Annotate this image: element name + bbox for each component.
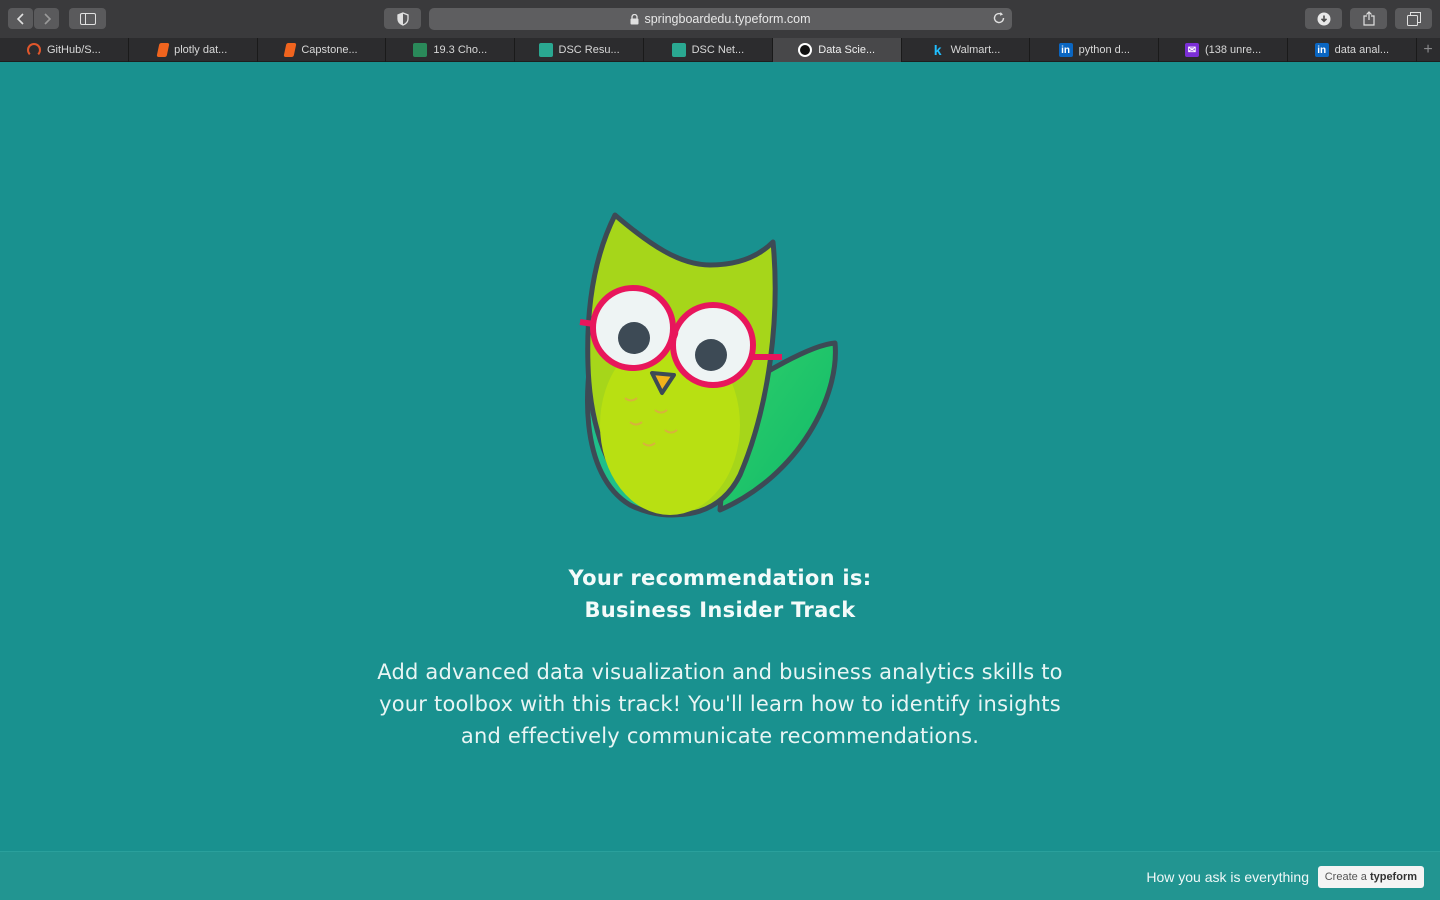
browser-tab[interactable]: DSC Resu... (515, 38, 644, 62)
tab-label: (138 unre... (1204, 44, 1262, 56)
footer-tagline: How you ask is everything (1146, 869, 1309, 885)
create-prefix: Create a (1324, 871, 1367, 883)
track-description: Add advanced data visualization and busi… (355, 656, 1085, 752)
springboard-icon (413, 43, 428, 57)
recommendation-heading: Your recommendation is: (568, 566, 872, 590)
github-icon (27, 43, 41, 57)
tab-label: data anal... (1334, 44, 1390, 56)
book-icon (283, 43, 297, 57)
shield-icon (396, 11, 409, 26)
tab-label: Capstone... (301, 44, 358, 56)
book-icon (156, 43, 170, 57)
browser-tab[interactable]: ✉ (138 unre... (1159, 38, 1288, 62)
address-bar[interactable]: springboardedu.typeform.com (429, 8, 1012, 30)
kaggle-icon: k (933, 42, 942, 58)
back-button[interactable] (8, 8, 33, 29)
browser-tab[interactable]: in python d... (1030, 38, 1160, 62)
tab-label: Data Scie... (818, 44, 876, 56)
browser-tab[interactable]: Data Scie... (772, 38, 902, 62)
sidebar-toggle-button[interactable] (69, 8, 106, 29)
create-typeform-button[interactable]: Create a typeform (1317, 866, 1424, 888)
chevron-left-icon (16, 12, 24, 25)
url-text: springboardedu.typeform.com (644, 12, 811, 26)
tabs-icon (1406, 11, 1421, 26)
description-line: your toolbox with this track! You'll lea… (379, 692, 1061, 716)
tab-overview-button[interactable] (1395, 8, 1432, 29)
downloads-button[interactable] (1305, 8, 1342, 29)
tab-label: DSC Resu... (558, 44, 620, 56)
linkedin-icon: in (1058, 43, 1073, 57)
recommendation-block: Your recommendation is: Business Insider… (0, 562, 1440, 626)
lock-icon (630, 13, 639, 24)
sidebar-icon (79, 12, 96, 25)
tab-label: Walmart... (950, 44, 1001, 56)
tab-label: 19.3 Cho... (433, 44, 488, 56)
mail-icon: ✉ (1184, 43, 1199, 57)
browser-toolbar: springboardedu.typeform.com (0, 0, 1440, 38)
forward-button[interactable] (34, 8, 59, 29)
tab-label: DSC Net... (691, 44, 745, 56)
tab-label: plotly dat... (174, 44, 228, 56)
browser-tab[interactable]: GitHub/S... (0, 38, 129, 62)
track-name: Business Insider Track (584, 598, 856, 622)
share-button[interactable] (1350, 8, 1387, 29)
browser-tab[interactable]: k Walmart... (902, 38, 1031, 62)
download-icon (1317, 12, 1330, 25)
create-brand: typeform (1369, 871, 1417, 883)
reload-icon[interactable] (992, 11, 1006, 25)
browser-tab[interactable]: plotly dat... (129, 38, 258, 62)
tab-label: GitHub/S... (47, 44, 101, 56)
browser-tab[interactable]: DSC Net... (644, 38, 773, 62)
share-icon (1362, 11, 1375, 26)
owl-mascot-image (579, 212, 838, 518)
browser-tab[interactable]: 19.3 Cho... (386, 38, 516, 62)
tab-label: python d... (1078, 44, 1130, 56)
tab-bar: GitHub/S... plotly dat... Capstone... 19.3 … (0, 38, 1440, 62)
dsc-icon (538, 43, 553, 57)
linkedin-icon: in (1314, 43, 1329, 57)
description-line: and effectively communicate recommendati… (460, 724, 980, 748)
new-tab-button[interactable]: + (1416, 38, 1440, 62)
description-line: Add advanced data visualization and busi… (377, 660, 1063, 684)
chevron-right-icon (43, 12, 51, 25)
typeform-footer: How you ask is everything Create a typef… (0, 851, 1440, 900)
privacy-report-button[interactable] (384, 8, 421, 29)
dsc-icon (671, 43, 686, 57)
browser-tab[interactable]: Capstone... (258, 38, 387, 62)
browser-tab[interactable]: in data anal... (1288, 38, 1417, 62)
typeform-icon (798, 43, 813, 57)
